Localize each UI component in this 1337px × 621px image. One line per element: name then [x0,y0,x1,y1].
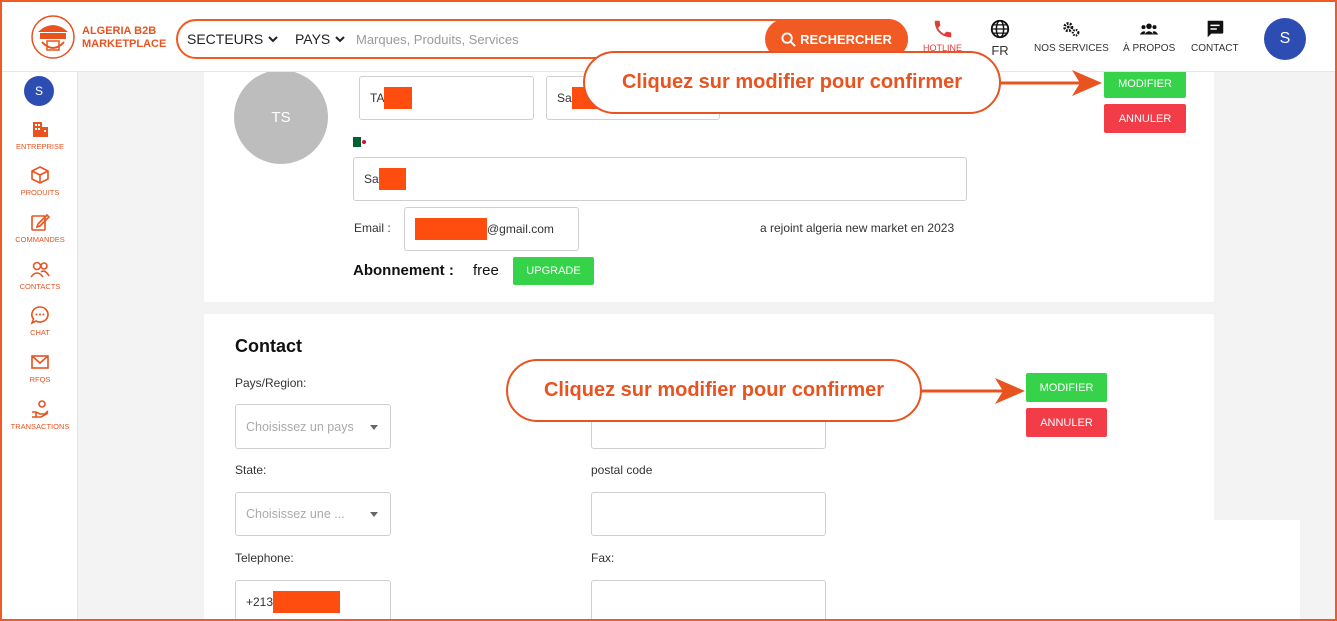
state-select[interactable]: Choisissez une ... [235,492,391,536]
country-label: Pays/Region: [235,376,307,390]
instruction-callout: Cliquez sur modifier pour confirmer [506,359,922,422]
content-background [1214,520,1300,619]
sidebar: S ENTREPRISE PRODUITS COMMANDES CONTACTS… [2,72,78,619]
nav-contact-label: CONTACT [1191,43,1239,54]
edit-icon [31,213,50,231]
fax-label: Fax: [591,551,615,565]
first-name-field[interactable]: TA [359,76,534,120]
redacted-block [415,218,487,240]
phone-prefix: +213 [246,595,274,609]
nav-about[interactable]: À PROPOS [1123,18,1175,54]
sidebar-item-transactions[interactable]: TRANSACTIONS [2,399,78,431]
email-domain: @gmail.com [487,222,554,236]
email-field[interactable]: @gmail.com [404,207,579,251]
nav-language-label: FR [991,43,1009,58]
sidebar-item-contacts[interactable]: CONTACTS [2,259,78,291]
sidebar-item-label: RFQS [29,375,51,384]
globe-icon [990,19,1010,39]
countries-label: PAYS [295,31,331,47]
redacted-block [273,591,341,613]
phone-label: Telephone: [235,551,294,565]
brand-logo-icon[interactable] [30,14,76,60]
contact-cancel-button[interactable]: ANNULER [1026,408,1107,437]
chevron-down-icon [335,36,345,43]
search-button-label: RECHERCHER [800,31,892,47]
subscription-value: free [473,262,499,279]
message-icon [1207,20,1224,38]
arrow-right-icon [1000,70,1102,96]
box-icon [31,166,49,184]
nav-hotline[interactable]: HOTLINE [923,18,962,53]
phone-icon [934,20,951,38]
state-select-placeholder: Choisissez une ... [246,507,345,521]
first-name-value: TA [370,91,385,105]
nav-language[interactable]: FR [989,18,1011,58]
subscription-label: Abonnement : [353,262,454,279]
company-name-field[interactable]: Sa [353,157,967,201]
postal-code-field[interactable] [591,492,826,536]
state-label: State: [235,463,267,477]
email-label: Email : [354,221,391,235]
brand-name[interactable]: ALGERIA B2B MARKETPLACE [82,25,166,51]
sidebar-avatar[interactable]: S [24,76,54,106]
sidebar-item-entreprise[interactable]: ENTREPRISE [2,119,78,151]
sidebar-item-label: COMMANDES [15,235,65,244]
contact-section-title: Contact [235,336,302,356]
last-name-value: Sa [557,91,572,105]
users-icon [1139,23,1159,35]
sidebar-item-commandes[interactable]: COMMANDES [2,212,78,244]
sidebar-item-produits[interactable]: PRODUITS [2,165,78,197]
sidebar-item-chat[interactable]: CHAT [2,305,78,337]
countries-dropdown[interactable]: PAYS [295,31,346,47]
building-icon [33,122,48,137]
sectors-dropdown[interactable]: SECTEURS [187,31,279,47]
upgrade-button[interactable]: UPGRADE [513,257,594,285]
redacted-block [378,168,406,190]
mail-icon [31,355,49,369]
fax-field[interactable] [591,580,826,621]
country-select-placeholder: Choisissez un pays [246,419,354,434]
chevron-down-icon [268,36,278,43]
contacts-icon [30,261,50,278]
sidebar-item-label: CHAT [30,328,50,337]
hand-coin-icon [32,400,49,418]
nav-services-label: NOS SERVICES [1034,43,1109,54]
profile-modify-button[interactable]: MODIFIER [1104,69,1186,98]
contact-modify-button[interactable]: MODIFIER [1026,373,1107,402]
user-avatar[interactable]: S [1264,18,1306,60]
instruction-callout: Cliquez sur modifier pour confirmer [583,51,1001,114]
nav-about-label: À PROPOS [1123,43,1176,54]
sidebar-item-label: TRANSACTIONS [10,422,70,431]
join-date-text: a rejoint algeria new market en 2023 [760,221,955,235]
search-input[interactable] [356,29,756,49]
profile-cancel-button[interactable]: ANNULER [1104,104,1186,133]
algeria-flag-icon[interactable] [353,137,369,147]
sidebar-item-label: ENTREPRISE [16,142,64,151]
caret-down-icon [370,512,378,517]
chat-icon [30,306,49,325]
nav-services[interactable]: NOS SERVICES [1034,18,1109,54]
sidebar-item-label: CONTACTS [19,282,61,291]
nav-contact[interactable]: CONTACT [1191,18,1239,54]
postal-code-label: postal code [591,463,653,477]
gears-icon [1063,22,1080,37]
brand-line-2: MARKETPLACE [82,38,167,50]
country-select[interactable]: Choisissez un pays [235,404,391,449]
caret-down-icon [370,424,378,430]
company-name-value: Sa [364,172,379,186]
phone-field[interactable]: +213 [235,580,391,621]
sidebar-item-rfqs[interactable]: RFQS [2,352,78,384]
sidebar-item-label: PRODUITS [20,188,60,197]
arrow-right-icon [921,378,1025,404]
brand-line-1: ALGERIA B2B [82,25,157,37]
profile-initials-avatar[interactable]: TS [234,70,328,164]
sectors-label: SECTEURS [187,31,264,47]
redacted-block [384,87,413,109]
search-icon [781,31,796,47]
